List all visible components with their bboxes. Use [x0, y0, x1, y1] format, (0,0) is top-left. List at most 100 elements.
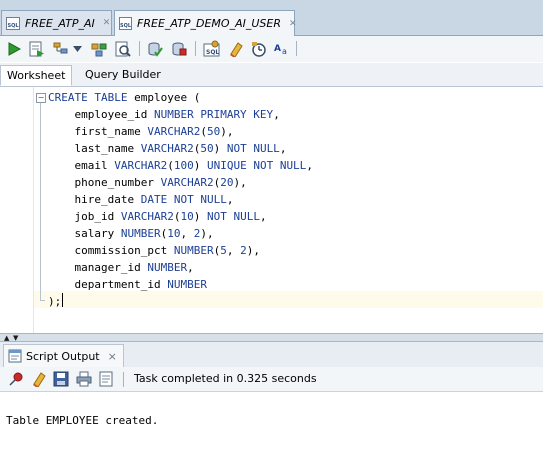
code-text: department_id: [48, 278, 168, 291]
commit-icon[interactable]: [146, 40, 163, 57]
code-line: hire_date DATE NOT NULL,: [48, 191, 233, 208]
save-icon[interactable]: [52, 370, 69, 387]
code-text: );: [48, 295, 62, 308]
code-keyword: VARCHAR2: [114, 159, 168, 172]
code-text: ),: [233, 176, 247, 189]
sql-editor[interactable]: − CREATE TABLE employee ( employee_id NU…: [0, 87, 543, 333]
code-text: ),: [200, 227, 214, 240]
code-text: ,: [279, 142, 287, 155]
close-icon[interactable]: ×: [108, 350, 117, 363]
chevron-down-icon[interactable]: [71, 40, 83, 57]
toolbar-separator: [139, 41, 140, 56]
clear-icon[interactable]: [30, 370, 47, 387]
expand-down-icon[interactable]: ▼: [13, 335, 18, 342]
close-icon[interactable]: ✕: [289, 19, 297, 29]
panel-splitter[interactable]: ▲ ▼: [0, 333, 543, 342]
tab-query-builder[interactable]: Query Builder: [79, 65, 167, 86]
code-keyword: NOT NULL: [206, 210, 260, 223]
code-number: 20: [220, 176, 234, 189]
code-text: salary: [48, 227, 121, 240]
close-icon[interactable]: ✕: [103, 18, 111, 28]
code-number: 10: [180, 210, 194, 223]
code-line: manager_id NUMBER,: [48, 259, 194, 276]
code-keyword: NOT NULL: [226, 142, 280, 155]
code-text: (: [167, 159, 174, 172]
code-line: phone_number VARCHAR2(20),: [48, 174, 247, 191]
code-text: ): [193, 210, 207, 223]
code-text: ,: [187, 261, 194, 274]
output-tab-bar: Script Output ×: [0, 342, 543, 368]
toolbar-separator: [195, 41, 196, 56]
code-line: CREATE TABLE employee (: [48, 89, 200, 106]
code-text: hire_date: [48, 193, 141, 206]
run-statement-icon[interactable]: [5, 40, 22, 57]
code-text: ,: [180, 227, 194, 240]
code-text: email: [48, 159, 115, 172]
worksheet-toolbar: SQL Aa: [0, 36, 543, 62]
code-text: (: [200, 125, 207, 138]
code-text: ,: [226, 244, 241, 257]
print-icon[interactable]: [75, 370, 92, 387]
svg-text:A: A: [274, 44, 281, 54]
code-number: 2: [240, 244, 247, 257]
code-line: employee_id NUMBER PRIMARY KEY,: [48, 106, 280, 123]
code-text: manager_id: [48, 261, 148, 274]
history-icon[interactable]: [250, 40, 267, 57]
sql-worksheet-icon: SQL: [119, 17, 133, 30]
code-keyword: VARCHAR2: [120, 210, 174, 223]
script-output-area[interactable]: Table EMPLOYEE created.: [0, 392, 543, 472]
fold-guide-end: [40, 300, 45, 301]
code-keyword: NUMBER: [167, 278, 207, 291]
code-text: employee_id: [48, 108, 154, 121]
code-line: department_id NUMBER: [48, 276, 207, 293]
fold-guide: [40, 103, 41, 300]
code-number: 50: [200, 142, 214, 155]
code-line: job_id VARCHAR2(10) NOT NULL,: [48, 208, 267, 225]
output-toolbar: Task completed in 0.325 seconds: [0, 367, 543, 392]
line-gutter: [0, 87, 34, 333]
code-keyword: DATE NOT NULL: [140, 193, 227, 206]
sql-tuning-icon[interactable]: [114, 40, 131, 57]
collapse-up-icon[interactable]: ▲: [4, 335, 9, 342]
code-keyword: VARCHAR2: [147, 125, 201, 138]
explain-plan-icon[interactable]: [52, 40, 69, 57]
worksheet-tab-bar: Worksheet Query Builder: [0, 63, 543, 87]
code-text: ),: [246, 244, 260, 257]
code-text: phone_number: [48, 176, 161, 189]
code-keyword: NUMBER: [173, 244, 214, 257]
fold-collapse-icon[interactable]: −: [36, 93, 46, 103]
output-tab-label: Script Output: [26, 349, 100, 363]
code-keyword: NUMBER PRIMARY KEY: [153, 108, 274, 121]
connection-tab-bar: SQL FREE_ATP_AI ✕ SQL FREE_ATP_DEMO_AI_U…: [0, 0, 543, 36]
tab-worksheet[interactable]: Worksheet: [0, 65, 73, 86]
run-script-icon[interactable]: [28, 40, 45, 57]
code-keyword: NUMBER: [147, 261, 188, 274]
toolbar-separator: [123, 372, 124, 387]
code-line: salary NUMBER(10, 2),: [48, 225, 214, 242]
clear-icon[interactable]: [227, 40, 244, 57]
rollback-icon[interactable]: [170, 40, 187, 57]
svg-text:a: a: [282, 47, 287, 56]
code-keyword: CREATE TABLE: [48, 91, 128, 104]
connection-tab-free-atp-demo-ai-user[interactable]: SQL FREE_ATP_DEMO_AI_USER ✕: [114, 10, 297, 36]
output-options-icon[interactable]: [98, 370, 115, 387]
autotrace-icon[interactable]: [90, 40, 107, 57]
connection-tab-free-atp-ai[interactable]: SQL FREE_ATP_AI ✕: [1, 10, 112, 35]
code-text: ,: [226, 193, 234, 206]
pin-icon[interactable]: [7, 370, 24, 387]
code-keyword: UNIQUE NOT NULL: [206, 159, 307, 172]
code-number: 100: [173, 159, 194, 172]
code-number: 5: [220, 244, 227, 257]
code-text: last_name: [48, 142, 141, 155]
tab-script-output[interactable]: Script Output ×: [3, 344, 124, 367]
code-text: employee (: [127, 91, 201, 104]
code-text: ,: [259, 210, 267, 223]
code-keyword: VARCHAR2: [160, 176, 214, 189]
code-line: last_name VARCHAR2(50) NOT NULL,: [48, 140, 286, 157]
unshared-sql-icon[interactable]: SQL: [203, 40, 220, 57]
format-icon[interactable]: Aa: [273, 40, 290, 57]
code-text: ),: [220, 125, 234, 138]
sql-worksheet-icon: SQL: [6, 16, 20, 30]
connection-tab-label: FREE_ATP_DEMO_AI_USER: [137, 17, 281, 30]
code-text: ,: [273, 108, 280, 121]
